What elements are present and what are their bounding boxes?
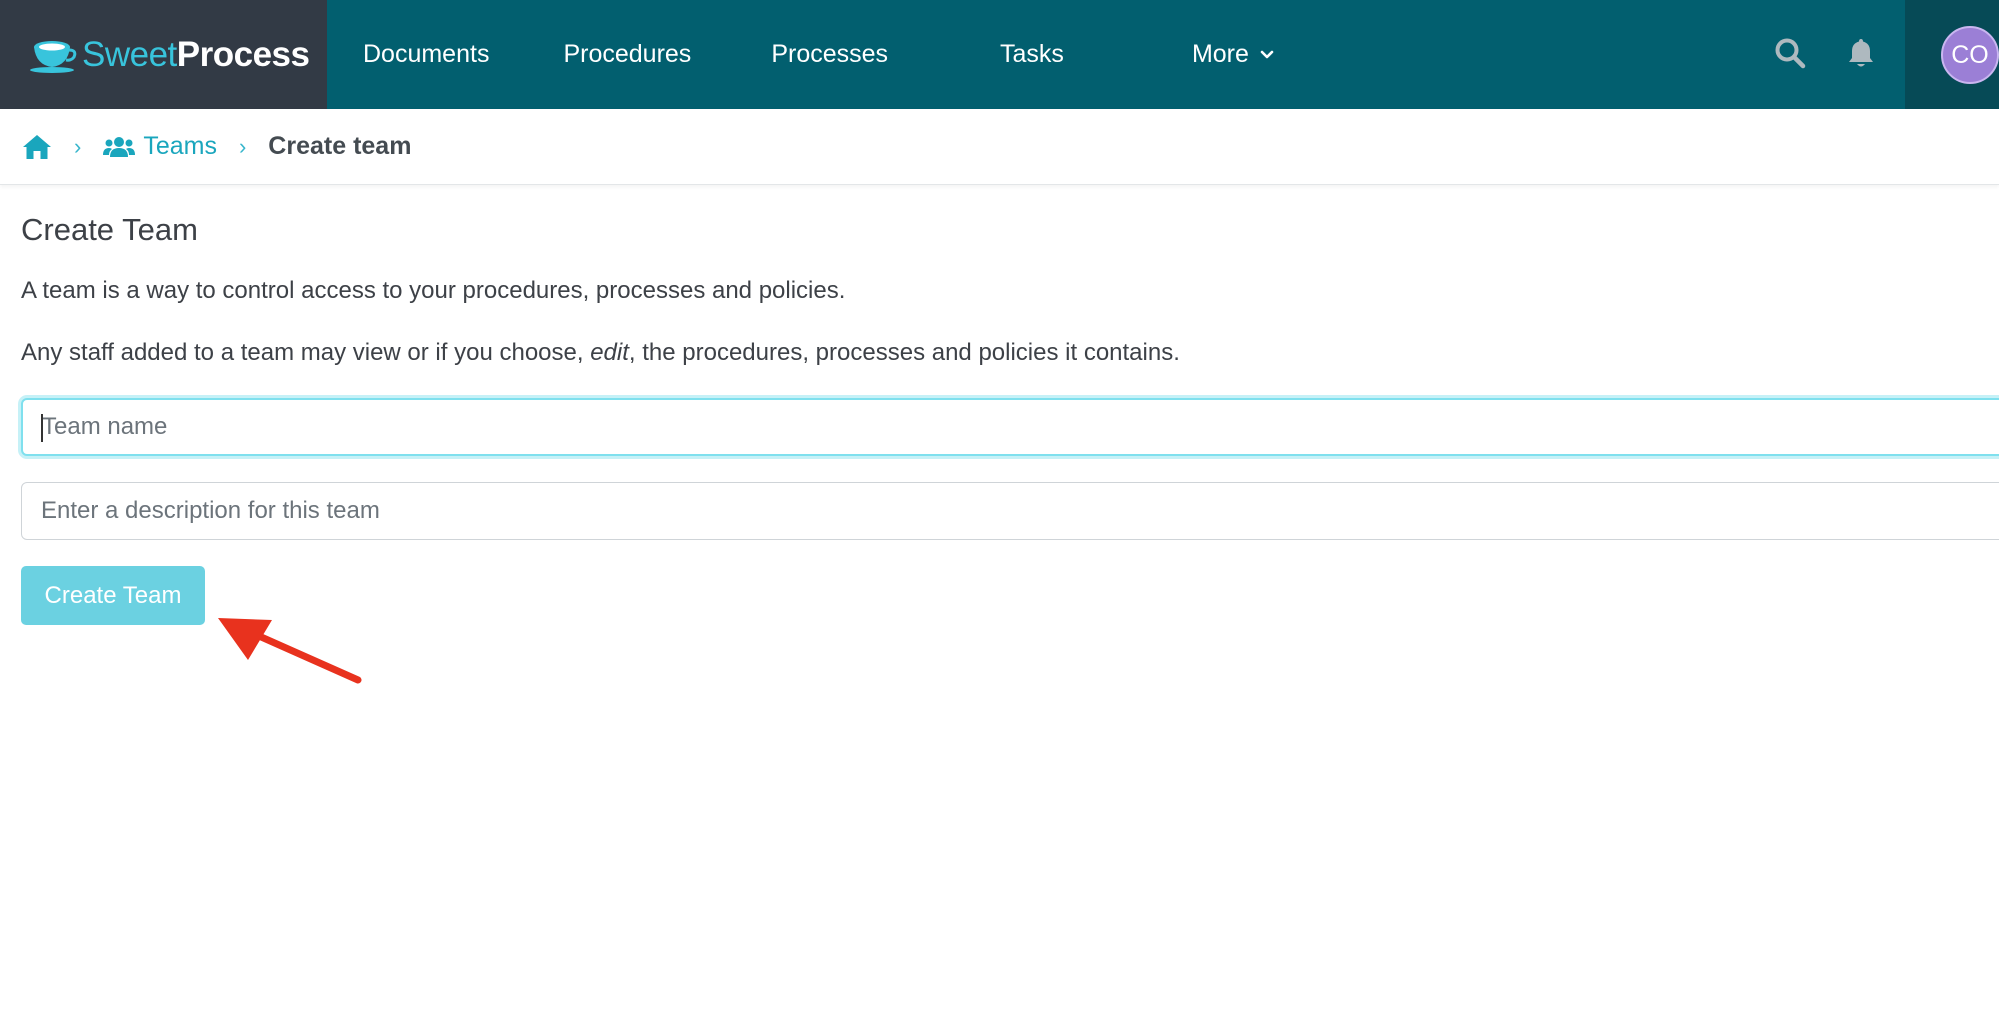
breadcrumb-separator: ›: [238, 133, 247, 159]
nav-procedures[interactable]: Procedures: [563, 0, 691, 109]
access-text: Any staff added to a team may view or if…: [21, 339, 1180, 367]
avatar-container: CO: [1905, 0, 1999, 109]
breadcrumb-separator: ›: [74, 133, 82, 159]
nav-processes[interactable]: Processes: [771, 0, 888, 109]
breadcrumb-current: Create team: [268, 132, 412, 160]
nav-tasks[interactable]: Tasks: [1000, 0, 1064, 109]
intro-text: A team is a way to control access to you…: [21, 277, 846, 304]
home-icon[interactable]: [22, 133, 52, 161]
access-text-emphasis: edit: [590, 339, 629, 366]
nav-documents[interactable]: Documents: [363, 0, 489, 109]
page-title: Create Team: [21, 212, 198, 247]
access-text-start: Any staff added to a team may view or if…: [21, 339, 591, 366]
brand-name-process: Process: [176, 34, 310, 74]
team-description-input[interactable]: [21, 482, 1999, 540]
breadcrumb-teams[interactable]: Teams: [103, 132, 217, 161]
create-team-button[interactable]: Create Team: [21, 566, 205, 625]
main-nav: Documents Procedures Processes Tasks Mor…: [327, 0, 1275, 109]
breadcrumb-teams-label: Teams: [143, 132, 217, 160]
annotation-arrow-icon: [218, 618, 362, 684]
bell-icon[interactable]: [1844, 36, 1878, 70]
text-cursor: [41, 414, 43, 442]
brand-logo[interactable]: SweetProcess: [0, 0, 327, 109]
coffee-cup-icon: [30, 40, 77, 73]
search-icon[interactable]: [1773, 36, 1807, 70]
nav-more[interactable]: More: [1192, 0, 1275, 109]
access-text-end: , the procedures, processes and policies…: [628, 339, 1180, 366]
nav-more-label: More: [1191, 40, 1249, 68]
users-icon: [103, 136, 136, 157]
brand-name-sweet: Sweet: [82, 34, 177, 74]
chevron-down-icon: [1260, 50, 1274, 58]
team-name-input[interactable]: [21, 398, 1999, 456]
avatar[interactable]: CO: [1941, 26, 1999, 84]
breadcrumb: › Teams › Create team: [0, 109, 1999, 185]
top-navigation: SweetProcess Documents Procedures Proces…: [0, 0, 1999, 109]
